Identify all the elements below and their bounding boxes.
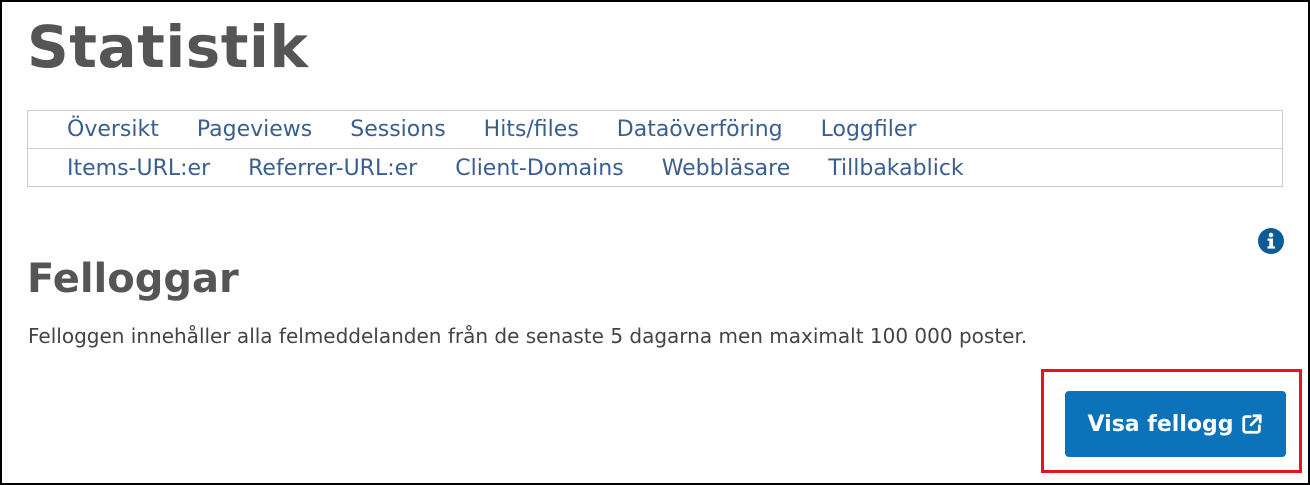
nav-link-tillbakablick[interactable]: Tillbakablick	[828, 156, 963, 181]
nav-link-dataoverforing[interactable]: Dataöverföring	[617, 117, 783, 142]
page-frame: Statistik Översikt Pageviews Sessions Hi…	[0, 0, 1310, 485]
nav-link-items-urler[interactable]: Items-URL:er	[67, 156, 210, 181]
view-error-log-button-label: Visa fellogg	[1087, 411, 1234, 437]
external-link-icon	[1242, 414, 1263, 434]
nav-link-pageviews[interactable]: Pageviews	[197, 117, 312, 142]
nav-row-2: Items-URL:er Referrer-URL:er Client-Doma…	[28, 149, 1282, 187]
nav-link-loggfiler[interactable]: Loggfiler	[821, 117, 917, 142]
nav-link-client-domains[interactable]: Client-Domains	[455, 156, 623, 181]
page-title: Statistik	[27, 13, 309, 81]
nav-link-hits-files[interactable]: Hits/files	[484, 117, 579, 142]
nav-row-1: Översikt Pageviews Sessions Hits/files D…	[28, 111, 1282, 149]
statistics-nav: Översikt Pageviews Sessions Hits/files D…	[27, 110, 1283, 187]
nav-link-referrer-urler[interactable]: Referrer-URL:er	[248, 156, 417, 181]
info-icon[interactable]	[1257, 227, 1285, 255]
view-error-log-button[interactable]: Visa fellogg	[1065, 391, 1286, 457]
nav-link-sessions[interactable]: Sessions	[350, 117, 445, 142]
section-description: Felloggen innehåller alla felmeddelanden…	[28, 324, 1028, 348]
nav-link-webblasare[interactable]: Webbläsare	[662, 156, 791, 181]
section-title: Felloggar	[27, 256, 239, 302]
nav-link-oversikt[interactable]: Översikt	[67, 117, 159, 142]
